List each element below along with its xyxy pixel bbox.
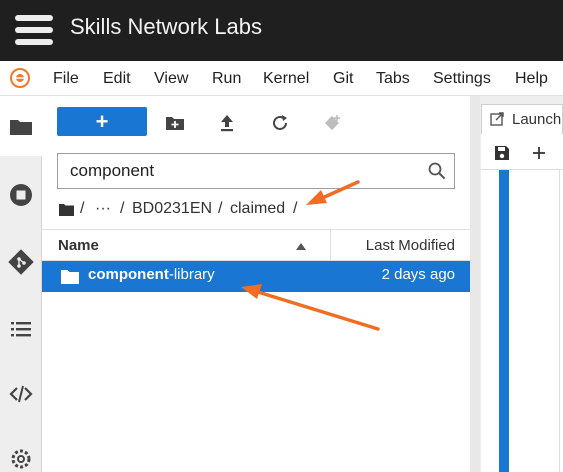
menu-kernel[interactable]: Kernel <box>263 70 309 88</box>
hamburger-menu-icon[interactable] <box>15 15 53 46</box>
breadcrumb-claimed[interactable]: claimed <box>230 200 285 218</box>
menu-view[interactable]: View <box>154 70 188 88</box>
table-row[interactable]: component-library 2 days ago <box>42 261 470 292</box>
file-filter-search <box>57 153 455 189</box>
document-divider <box>559 170 560 472</box>
save-icon[interactable] <box>494 145 510 161</box>
menu-edit[interactable]: Edit <box>103 70 131 88</box>
activity-bar <box>0 96 42 472</box>
stop-running-icon[interactable] <box>8 182 34 208</box>
panel-splitter[interactable] <box>470 96 480 472</box>
new-launcher-button[interactable]: + <box>57 107 147 136</box>
folder-icon[interactable] <box>8 114 34 140</box>
code-snippets-icon[interactable] <box>8 381 34 407</box>
upload-icon[interactable] <box>216 112 238 134</box>
home-folder-icon[interactable] <box>59 203 74 216</box>
file-name: component-library <box>88 266 215 283</box>
breadcrumb-separator: / <box>293 200 298 217</box>
git-icon[interactable] <box>8 249 34 275</box>
column-last-modified-header[interactable]: Last Modified <box>366 237 455 254</box>
breadcrumb-separator: / <box>80 200 85 217</box>
search-icon <box>428 162 446 180</box>
refresh-icon[interactable] <box>269 112 291 134</box>
column-divider[interactable] <box>330 230 331 260</box>
file-name-match: component <box>88 266 169 283</box>
brand-title: Skills Network Labs <box>70 14 262 39</box>
menu-tabs[interactable]: Tabs <box>376 70 410 88</box>
file-modified: 2 days ago <box>381 266 455 283</box>
menu-file[interactable]: File <box>53 70 79 88</box>
tab-launcher[interactable]: Launch <box>481 104 563 134</box>
new-folder-icon[interactable] <box>164 112 186 134</box>
git-clone-icon[interactable] <box>321 112 343 134</box>
file-name-rest: -library <box>168 266 215 283</box>
menu-settings[interactable]: Settings <box>433 70 491 88</box>
add-cell-icon[interactable] <box>531 145 547 161</box>
folder-icon <box>61 270 79 284</box>
breadcrumb-bd0231en[interactable]: BD0231EN <box>132 200 212 218</box>
file-list-header: Name Last Modified <box>42 229 470 261</box>
document-body <box>481 170 563 472</box>
top-banner: Skills Network Labs <box>0 0 563 61</box>
breadcrumb-ellipsis[interactable]: ··· <box>95 200 111 218</box>
search-input[interactable] <box>58 154 418 188</box>
menu-git[interactable]: Git <box>333 70 353 88</box>
breadcrumb-separator: / <box>120 200 125 217</box>
extensions-gear-icon[interactable] <box>8 446 34 472</box>
table-of-contents-icon[interactable] <box>8 316 34 342</box>
launch-external-icon <box>490 112 504 126</box>
jupyter-logo-icon <box>10 68 30 88</box>
menu-help[interactable]: Help <box>515 70 548 88</box>
column-name-header[interactable]: Name <box>58 237 99 254</box>
document-toolbar <box>481 134 563 170</box>
active-cell-indicator <box>499 170 509 472</box>
tab-label: Launch <box>512 111 562 128</box>
sort-ascending-icon <box>296 243 306 250</box>
breadcrumb-separator: / <box>218 200 223 217</box>
menu-run[interactable]: Run <box>212 70 241 88</box>
